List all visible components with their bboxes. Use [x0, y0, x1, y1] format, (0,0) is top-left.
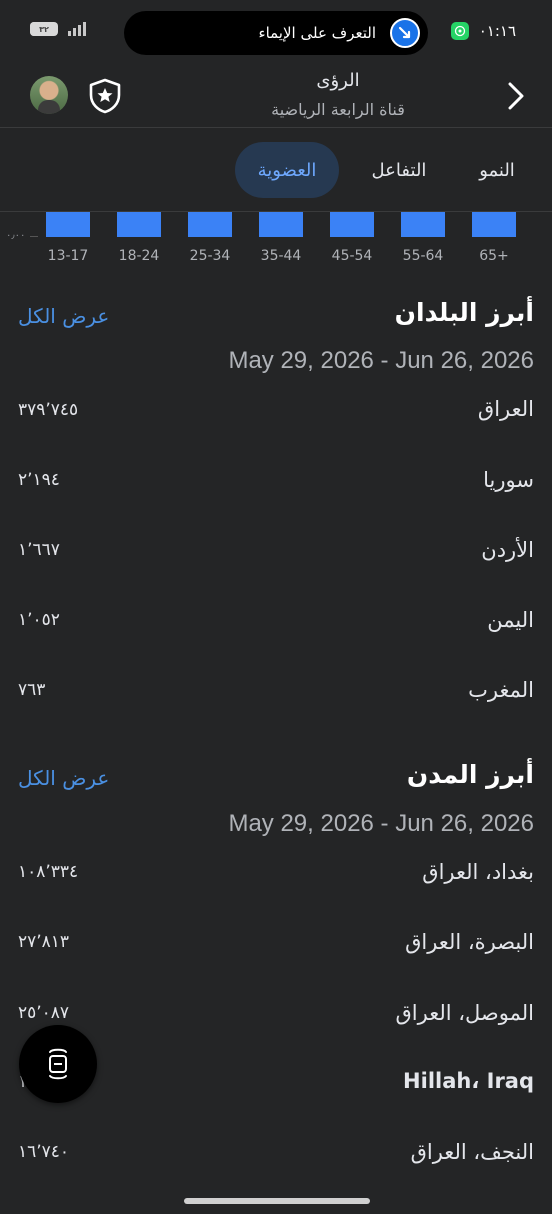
floating-screen-button[interactable] — [19, 1025, 97, 1103]
country-name: المغرب — [468, 678, 534, 702]
status-right: ٠١:١٦ — [450, 22, 516, 40]
screen-frame-icon — [49, 1048, 67, 1080]
signal-icon — [68, 22, 86, 36]
countries-title: أبرز البلدان — [394, 298, 534, 327]
tab-growth[interactable]: النمو — [466, 142, 528, 198]
country-value: ٢٬١٩٤ — [18, 470, 60, 490]
tab-engagement[interactable]: التفاعل — [360, 142, 438, 198]
city-name: الموصل، العراق — [395, 1001, 535, 1025]
country-value: ١٬٠٥٢ — [18, 610, 60, 630]
age-group-label: 25-34 — [189, 248, 231, 264]
gesture-icon — [390, 18, 420, 48]
city-value: ٢٥٬٠٨٧ — [18, 1003, 70, 1023]
battery-fill — [30, 22, 39, 36]
age-bar[interactable] — [401, 212, 445, 237]
chevron-back-icon[interactable] — [502, 80, 528, 112]
status-bar: ٣٢ التعرف على الإيماء ٠١:١٦ — [0, 0, 552, 64]
country-value: ٣٧٩٬٧٤٥ — [18, 400, 79, 420]
home-indicator[interactable] — [184, 1198, 370, 1204]
country-name: اليمن — [487, 608, 534, 632]
dynamic-island[interactable]: التعرف على الإيماء — [124, 11, 428, 55]
page-title: الرؤى — [316, 70, 360, 91]
city-value: ١٦٬٧٤٠ — [18, 1142, 70, 1162]
axis-tick: ٠٫٠٠ — [6, 230, 26, 241]
country-value: ١٬٦٦٧ — [18, 540, 60, 560]
age-group-label: 55-64 — [402, 248, 444, 264]
age-group-label: 45-54 — [331, 248, 373, 264]
age-group-label: 13-17 — [47, 248, 89, 264]
city-name: Hillah، Iraq — [403, 1069, 534, 1093]
city-name: البصرة، العراق — [405, 930, 534, 954]
countries-date-range: May 29, 2026 - Jun 26, 2026 — [228, 347, 534, 374]
country-name: العراق — [477, 397, 534, 421]
clock: ٠١:١٦ — [478, 22, 516, 40]
status-left: ٣٢ — [30, 22, 86, 36]
cities-date-range: May 29, 2026 - Jun 26, 2026 — [228, 810, 534, 837]
country-name: سوريا — [483, 468, 534, 492]
countries-see-all-link[interactable]: عرض الكل — [18, 304, 109, 328]
city-name: بغداد، العراق — [422, 860, 534, 884]
page-subtitle: قناة الرابعة الرياضية — [271, 100, 405, 119]
age-bar[interactable] — [330, 212, 374, 237]
tab-membership[interactable]: العضوية — [235, 142, 339, 198]
city-value: ١٠٨٬٣٣٤ — [18, 862, 79, 882]
city-value: ٢٧٬٨١٣ — [18, 932, 70, 952]
age-bar[interactable] — [117, 212, 161, 237]
country-name: الأردن — [481, 538, 534, 562]
age-group-label: 18-24 — [118, 248, 160, 264]
axis-line — [30, 236, 38, 237]
age-chart: ٠٫٠٠ 13-17 18-24 25-34 35-44 45-54 55-64 65+ — [0, 212, 552, 272]
battery-icon: ٣٢ — [30, 22, 58, 36]
cities-see-all-link[interactable]: عرض الكل — [18, 766, 109, 790]
age-bar[interactable] — [46, 212, 90, 237]
age-bar[interactable] — [259, 212, 303, 237]
cities-title: أبرز المدن — [406, 760, 534, 789]
city-name: النجف، العراق — [410, 1140, 534, 1164]
whatsapp-icon — [450, 22, 469, 40]
age-group-label: 35-44 — [260, 248, 302, 264]
header: الرؤى قناة الرابعة الرياضية — [0, 64, 552, 128]
country-value: ٧٦٣ — [18, 680, 46, 700]
island-text: التعرف على الإيماء — [258, 24, 376, 42]
age-bar[interactable] — [188, 212, 232, 237]
tab-bar: النمو التفاعل العضوية — [0, 140, 552, 200]
battery-level: ٣٢ — [39, 24, 49, 34]
age-bar[interactable] — [472, 212, 516, 237]
age-group-label: 65+ — [479, 248, 509, 264]
